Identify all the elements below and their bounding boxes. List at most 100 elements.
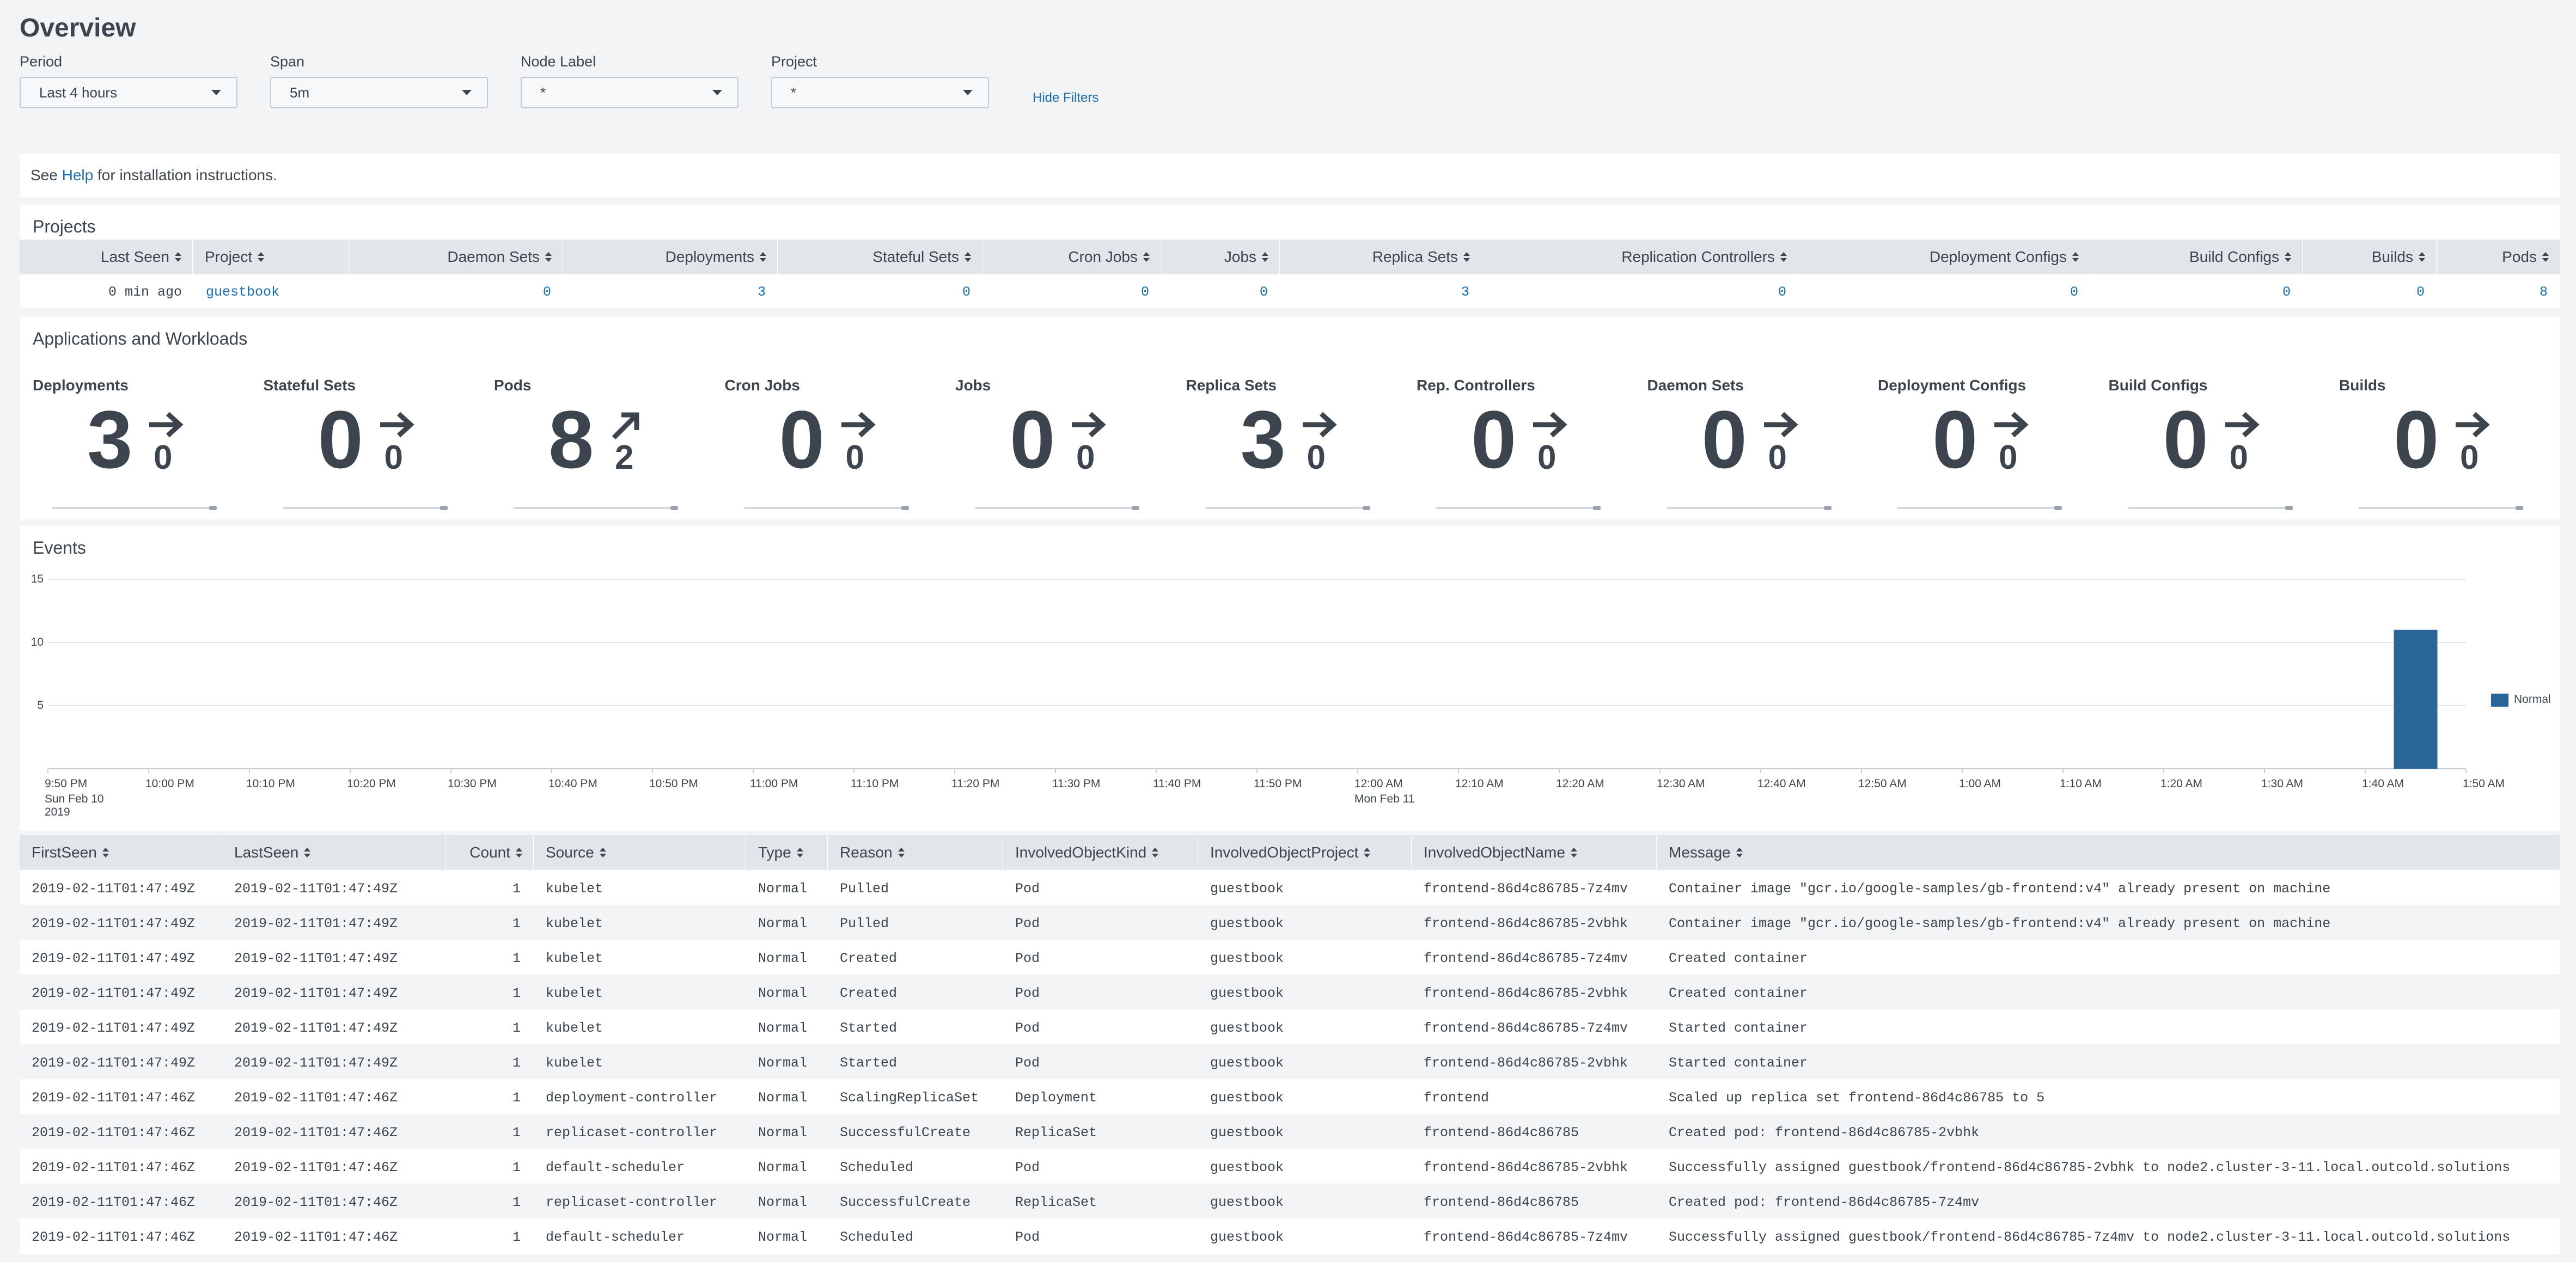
event-bar[interactable] bbox=[2394, 629, 2438, 769]
arrow-right-icon bbox=[1533, 412, 1567, 438]
single-value-title: Stateful Sets bbox=[263, 377, 356, 394]
col-deployment-configs[interactable]: Deployment Configs bbox=[1798, 240, 2090, 274]
cell-cron-jobs[interactable]: 0 bbox=[1141, 284, 1149, 300]
cell-kind: Pod bbox=[1015, 1020, 1040, 1036]
col-project[interactable]: Project bbox=[193, 240, 349, 274]
project-select[interactable]: * bbox=[771, 77, 989, 108]
cell-last-seen: 2019-02-11T01:47:46Z bbox=[234, 1229, 398, 1245]
col-replication-controllers[interactable]: Replication Controllers bbox=[1481, 240, 1798, 274]
table-row[interactable]: 2019-02-11T01:47:49Z 2019-02-11T01:47:49Z… bbox=[20, 1044, 2560, 1079]
sort-icon bbox=[1463, 252, 1470, 262]
col-build-configs[interactable]: Build Configs bbox=[2090, 240, 2303, 274]
node-label-select[interactable]: * bbox=[521, 77, 738, 108]
col-last-seen[interactable]: LastSeen bbox=[222, 835, 445, 870]
col-first-seen[interactable]: FirstSeen bbox=[20, 835, 222, 870]
y-tick-label: 5 bbox=[37, 699, 44, 712]
col-cron-jobs[interactable]: Cron Jobs bbox=[982, 240, 1161, 274]
events-chart bbox=[47, 579, 2508, 773]
cell-replica-sets[interactable]: 3 bbox=[1461, 284, 1469, 300]
period-select[interactable]: Last 4 hours bbox=[20, 77, 237, 108]
table-row[interactable]: 2019-02-11T01:47:49Z 2019-02-11T01:47:49Z… bbox=[20, 1009, 2560, 1044]
col-deployments[interactable]: Deployments bbox=[563, 240, 778, 274]
table-row[interactable]: 2019-02-11T01:47:49Z 2019-02-11T01:47:49Z… bbox=[20, 940, 2560, 975]
sparkline bbox=[1667, 507, 1830, 509]
table-row[interactable]: 2019-02-11T01:47:46Z 2019-02-11T01:47:46Z… bbox=[20, 1184, 2560, 1218]
help-prefix: See bbox=[30, 167, 62, 183]
col-daemon-sets[interactable]: Daemon Sets bbox=[349, 240, 563, 274]
cell-replication-controllers[interactable]: 0 bbox=[1778, 284, 1786, 300]
cell-count: 1 bbox=[512, 1125, 521, 1141]
col-label: Stateful Sets bbox=[872, 248, 959, 265]
cell-first-seen: 2019-02-11T01:47:49Z bbox=[32, 985, 196, 1001]
single-value-delta: 2 bbox=[615, 439, 634, 476]
cell-type: Normal bbox=[758, 1020, 808, 1036]
col-involved-object-kind[interactable]: InvolvedObjectKind bbox=[1003, 835, 1198, 870]
col-count[interactable]: Count bbox=[445, 835, 534, 870]
col-involved-object-project[interactable]: InvolvedObjectProject bbox=[1198, 835, 1412, 870]
col-label: Reason bbox=[840, 844, 893, 861]
col-type[interactable]: Type bbox=[746, 835, 828, 870]
span-select[interactable]: 5m bbox=[270, 77, 488, 108]
col-stateful-sets[interactable]: Stateful Sets bbox=[778, 240, 982, 274]
col-source[interactable]: Source bbox=[534, 835, 746, 870]
cell-count: 1 bbox=[512, 1020, 521, 1036]
col-builds[interactable]: Builds bbox=[2303, 240, 2437, 274]
cell-project: guestbook bbox=[1210, 1090, 1284, 1106]
sparkline-end-marker bbox=[1362, 506, 1370, 510]
table-row[interactable]: 2019-02-11T01:47:49Z 2019-02-11T01:47:49Z… bbox=[20, 905, 2560, 940]
cell-deployments[interactable]: 3 bbox=[758, 284, 766, 300]
cell-builds[interactable]: 0 bbox=[2416, 284, 2425, 300]
col-message[interactable]: Message bbox=[1657, 835, 2560, 870]
cell-project-link[interactable]: guestbook bbox=[206, 284, 279, 300]
cell-source: default-scheduler bbox=[546, 1160, 685, 1175]
hide-filters-link[interactable]: Hide Filters bbox=[1033, 90, 1098, 106]
sort-icon bbox=[2542, 252, 2549, 262]
col-reason[interactable]: Reason bbox=[828, 835, 1003, 870]
table-row[interactable]: 2019-02-11T01:47:46Z 2019-02-11T01:47:46Z… bbox=[20, 1114, 2560, 1149]
cell-object-name: frontend-86d4c86785-7z4mv bbox=[1424, 1229, 1628, 1245]
x-tick-label: 11:00 PM bbox=[750, 777, 798, 790]
legend-label[interactable]: Normal bbox=[2514, 693, 2551, 706]
cell-reason: Pulled bbox=[840, 916, 889, 932]
sort-icon bbox=[1780, 252, 1787, 262]
cell-type: Normal bbox=[758, 881, 808, 897]
cell-project: guestbook bbox=[1210, 881, 1284, 897]
single-value-delta: 0 bbox=[1537, 439, 1556, 476]
cell-pods[interactable]: 8 bbox=[2540, 284, 2548, 300]
cell-count: 1 bbox=[512, 1229, 521, 1245]
table-row[interactable]: 2019-02-11T01:47:46Z 2019-02-11T01:47:46Z… bbox=[20, 1218, 2560, 1253]
chevron-down-icon bbox=[211, 90, 221, 95]
col-label: Type bbox=[758, 844, 791, 861]
cell-daemon-sets[interactable]: 0 bbox=[543, 284, 551, 300]
help-link[interactable]: Help bbox=[62, 167, 94, 184]
single-value-title: Deployments bbox=[33, 377, 129, 394]
col-involved-object-name[interactable]: InvolvedObjectName bbox=[1412, 835, 1657, 870]
sort-icon bbox=[175, 252, 181, 262]
single-value-number: 0 bbox=[2163, 394, 2208, 485]
arrow-right-icon bbox=[1994, 412, 2029, 438]
table-row[interactable]: 2019-02-11T01:47:49Z 2019-02-11T01:47:49Z… bbox=[20, 975, 2560, 1009]
cell-deployment-configs[interactable]: 0 bbox=[2070, 284, 2078, 300]
sort-icon bbox=[545, 252, 552, 262]
table-row[interactable]: 2019-02-11T01:47:49Z 2019-02-11T01:47:49Z… bbox=[20, 870, 2560, 905]
x-tick-label: 12:10 AM bbox=[1455, 777, 1504, 790]
col-jobs[interactable]: Jobs bbox=[1161, 240, 1280, 274]
single-value-number: 0 bbox=[2394, 394, 2439, 485]
x-tick-label: 10:30 PM bbox=[448, 777, 497, 790]
col-last-seen[interactable]: Last Seen bbox=[20, 240, 193, 274]
cell-last-seen: 2019-02-11T01:47:49Z bbox=[234, 951, 398, 966]
filter-span: Span 5m bbox=[270, 53, 488, 108]
projects-title: Projects bbox=[33, 217, 96, 236]
cell-build-configs[interactable]: 0 bbox=[2282, 284, 2291, 300]
col-pods[interactable]: Pods bbox=[2437, 240, 2560, 274]
table-row[interactable]: 2019-02-11T01:47:46Z 2019-02-11T01:47:46Z… bbox=[20, 1079, 2560, 1114]
table-row[interactable]: 2019-02-11T01:47:46Z 2019-02-11T01:47:46Z… bbox=[20, 1149, 2560, 1184]
cell-type: Normal bbox=[758, 916, 808, 932]
cell-jobs[interactable]: 0 bbox=[1260, 284, 1268, 300]
x-tick-label: 12:50 AM bbox=[1858, 777, 1907, 790]
x-tick-label: 11:40 PM bbox=[1153, 777, 1201, 790]
cell-stateful-sets[interactable]: 0 bbox=[962, 284, 970, 300]
col-replica-sets[interactable]: Replica Sets bbox=[1280, 240, 1481, 274]
sparkline bbox=[1897, 507, 2061, 509]
cell-last-seen: 2019-02-11T01:47:49Z bbox=[234, 916, 398, 932]
